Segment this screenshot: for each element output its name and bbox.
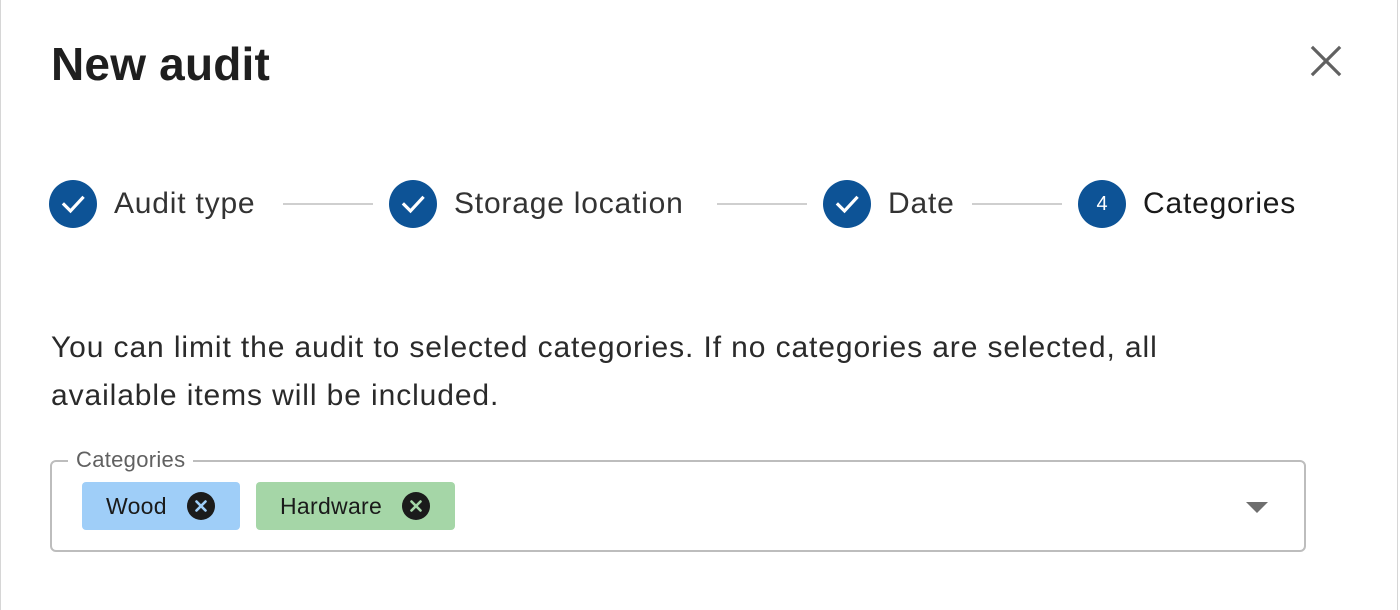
chevron-down-icon[interactable] [1246, 502, 1268, 513]
step-number: 4 [1096, 192, 1108, 215]
step-label: Date [888, 187, 955, 220]
step-connector [717, 203, 807, 205]
categories-select[interactable]: Categories Wood Hardware [50, 446, 1306, 552]
step-storage-location[interactable]: Storage location [389, 180, 684, 228]
remove-circle-icon[interactable] [186, 492, 215, 520]
check-icon [835, 195, 859, 214]
check-icon [61, 195, 85, 214]
step-audit-type[interactable]: Audit type [49, 180, 255, 228]
remove-circle-icon[interactable] [402, 492, 431, 520]
step-completed-indicator [49, 180, 97, 228]
close-icon [1310, 45, 1342, 77]
step-connector [972, 203, 1062, 205]
step-completed-indicator [823, 180, 871, 228]
check-icon [401, 195, 425, 214]
new-audit-dialog: New audit Audit type Storage location Da… [0, 0, 1398, 610]
step-number-indicator: 4 [1078, 180, 1126, 228]
step-completed-indicator [389, 180, 437, 228]
step-label: Audit type [114, 187, 256, 220]
category-chip-wood[interactable]: Wood [82, 482, 240, 530]
close-button[interactable] [1301, 36, 1351, 86]
audit-stepper: Audit type Storage location Date 4 Categ… [49, 180, 1311, 228]
step-categories[interactable]: 4 Categories [1078, 180, 1296, 228]
step-connector [283, 203, 373, 205]
step-date[interactable]: Date [823, 180, 955, 228]
dialog-title: New audit [51, 38, 271, 90]
categories-description: You can limit the audit to selected cate… [51, 331, 1158, 412]
step-label: Categories [1143, 187, 1297, 220]
category-chip-hardware[interactable]: Hardware [256, 482, 455, 530]
step-label: Storage location [454, 187, 684, 220]
chip-label: Wood [106, 492, 167, 519]
chip-label: Hardware [280, 492, 383, 519]
categories-field-label: Categories [68, 446, 194, 474]
